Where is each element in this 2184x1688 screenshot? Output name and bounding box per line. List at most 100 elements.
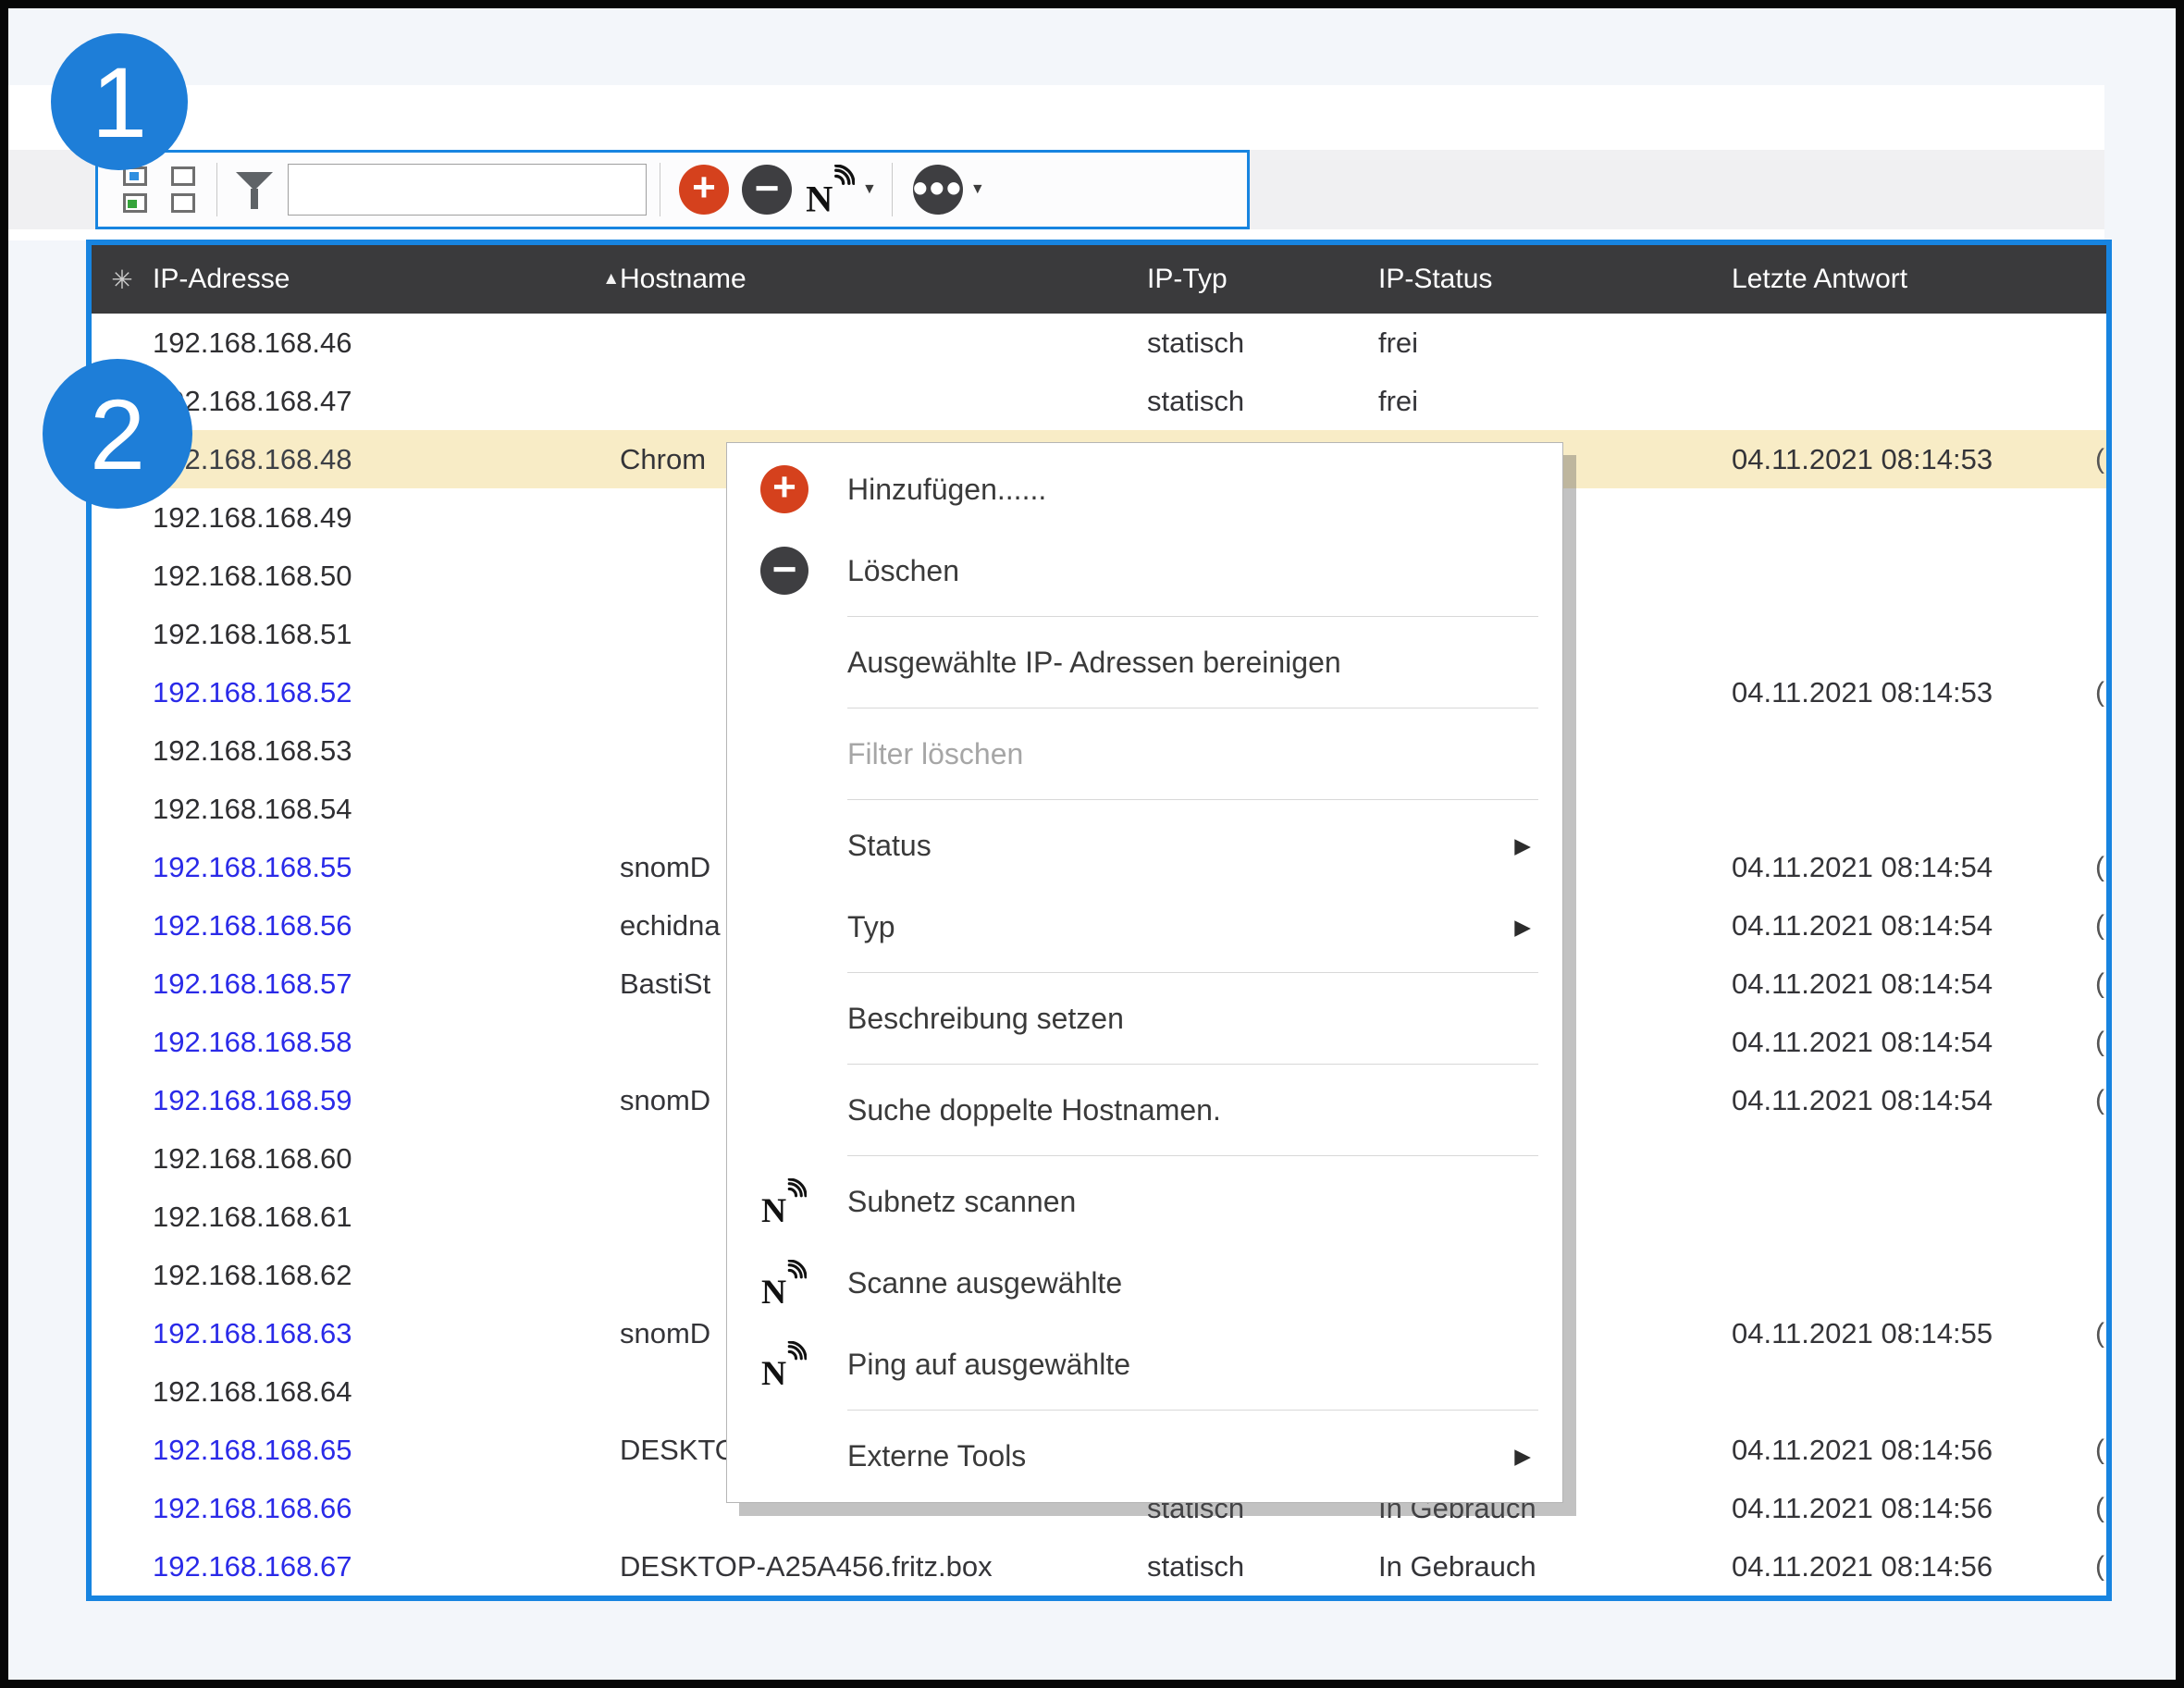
step-badge-1: 1 <box>51 33 188 170</box>
sort-ascending-icon: ▲ <box>602 269 620 290</box>
table-row[interactable]: 192.168.168.46 statisch frei <box>92 314 2106 372</box>
clipped-next-column-fragment: ( <box>2095 1013 2106 1071</box>
ip-address-cell: 192.168.168.55 <box>153 851 620 884</box>
table-row[interactable]: 192.168.168.47 statisch frei <box>92 372 2106 430</box>
more-actions-button[interactable]: ••• <box>913 165 963 215</box>
filter-icon[interactable] <box>236 166 273 213</box>
clipped-next-column-fragment: ( <box>2095 1421 2106 1479</box>
table-row[interactable]: 192.168.168.67 DESKTOP-A25A456.fritz.box… <box>92 1537 2106 1596</box>
step-badge-2: 2 <box>43 359 192 509</box>
menu-item[interactable]: Externe Tools▶ <box>727 1415 1562 1497</box>
menu-item[interactable]: Suche doppelte Hostnamen. <box>727 1069 1562 1151</box>
layout-empty-cell-icon <box>171 166 195 186</box>
ip-address-cell: 192.168.168.51 <box>153 618 620 651</box>
last-response-cell: 04.11.2021 08:14:53 <box>1732 676 2106 709</box>
top-white-band <box>8 85 2104 150</box>
filter-input[interactable] <box>288 164 647 216</box>
clipped-next-column-fragment: ( <box>2095 955 2106 1013</box>
menu-item: Filter löschen <box>727 713 1562 795</box>
ip-address-cell: 192.168.168.46 <box>153 327 620 360</box>
ip-address-cell: 192.168.168.65 <box>153 1434 620 1467</box>
last-response-cell: 04.11.2021 08:14:54 <box>1732 1084 2106 1117</box>
menu-item[interactable]: N Ping auf ausgewählte <box>727 1324 1562 1405</box>
clipped-next-column-fragment <box>2095 547 2106 605</box>
menu-item[interactable]: N Subnetz scannen <box>727 1161 1562 1242</box>
menu-item-label: Hinzufügen...... <box>847 473 1046 507</box>
ip-status-cell: frei <box>1378 327 1732 360</box>
minus-icon: − <box>755 166 780 209</box>
column-layout-icon[interactable] <box>118 166 152 213</box>
toolbar-separator <box>892 163 893 216</box>
menu-item[interactable]: Typ ▶ <box>727 886 1562 967</box>
ip-status-cell: frei <box>1378 385 1732 418</box>
svg-text:N: N <box>806 179 833 215</box>
ip-address-cell: 192.168.168.48 <box>153 443 620 476</box>
scan-icon: N <box>760 1260 847 1306</box>
add-ip-button[interactable]: + <box>679 165 729 215</box>
table-header-row: ✳ IP-Adresse ▲ Hostname IP-Typ IP-Status… <box>92 245 2106 314</box>
clipped-next-column-fragment: ( <box>2095 1479 2106 1537</box>
ip-address-cell: 192.168.168.47 <box>153 385 620 418</box>
ip-address-cell: 192.168.168.57 <box>153 967 620 1001</box>
clipped-next-column-fragment <box>2095 1188 2106 1246</box>
clipped-next-column-fragment <box>2095 314 2106 372</box>
menu-item-label: Subnetz scannen <box>847 1185 1076 1219</box>
menu-item[interactable]: Beschreibung setzen <box>727 978 1562 1059</box>
scan-icon: N <box>760 1178 807 1225</box>
menu-item-label: Typ <box>847 910 895 944</box>
menu-item-label: Ping auf ausgewählte <box>847 1348 1130 1382</box>
column-header-ip[interactable]: IP-Adresse ▲ <box>153 264 620 295</box>
ip-address-cell: 192.168.168.59 <box>153 1084 620 1117</box>
ip-typ-cell: statisch <box>1147 385 1378 418</box>
column-header-ip-status[interactable]: IP-Status <box>1378 264 1732 295</box>
last-response-cell: 04.11.2021 08:14:54 <box>1732 1026 2106 1059</box>
clipped-next-column-fragment <box>2095 721 2106 780</box>
more-dropdown-caret-icon[interactable]: ▼ <box>970 181 985 198</box>
menu-item[interactable]: Status ▶ <box>727 805 1562 886</box>
clipped-next-column-fragment: ( <box>2095 663 2106 721</box>
menu-item-label: Status <box>847 829 932 863</box>
menu-separator <box>847 799 1538 800</box>
ip-address-cell: 192.168.168.54 <box>153 793 620 826</box>
menu-item[interactable]: −Löschen <box>727 530 1562 611</box>
menu-item-label: Scanne ausgewählte <box>847 1266 1122 1300</box>
ip-address-cell: 192.168.168.58 <box>153 1026 620 1059</box>
clipped-next-column-fragment: ( <box>2095 838 2106 896</box>
ip-address-cell: 192.168.168.50 <box>153 560 620 593</box>
scan-icon: N <box>760 1260 807 1306</box>
ip-address-cell: 192.168.168.63 <box>153 1317 620 1350</box>
menu-item[interactable]: +Hinzufügen...... <box>727 449 1562 530</box>
scan-icon: N <box>760 1341 807 1387</box>
last-response-cell: 04.11.2021 08:14:56 <box>1732 1434 2106 1467</box>
last-response-cell: 04.11.2021 08:14:53 <box>1732 443 2106 476</box>
column-header-letzte-antwort[interactable]: Letzte Antwort <box>1732 264 2106 295</box>
menu-separator <box>847 972 1538 973</box>
minus-circle-icon: − <box>760 547 847 595</box>
clipped-next-column-fragment <box>2095 1129 2106 1188</box>
menu-item[interactable]: N Scanne ausgewählte <box>727 1242 1562 1324</box>
layout-empty-cell-icon <box>171 193 195 213</box>
ip-address-cell: 192.168.168.67 <box>153 1550 620 1583</box>
column-header-ip-typ[interactable]: IP-Typ <box>1147 264 1378 295</box>
scan-dropdown-caret-icon[interactable]: ▼ <box>862 181 877 198</box>
column-header-ip-label: IP-Adresse <box>153 264 290 295</box>
ip-address-cell: 192.168.168.61 <box>153 1201 620 1234</box>
last-response-cell: 04.11.2021 08:14:55 <box>1732 1317 2106 1350</box>
menu-item-label: Ausgewählte IP- Adressen bereinigen <box>847 646 1341 680</box>
header-marker-icon[interactable]: ✳ <box>92 265 153 295</box>
last-response-cell: 04.11.2021 08:14:54 <box>1732 967 2106 1001</box>
menu-item[interactable]: Ausgewählte IP- Adressen bereinigen <box>727 622 1562 703</box>
scan-button[interactable]: N <box>805 165 855 215</box>
remove-ip-button[interactable]: − <box>742 165 792 215</box>
submenu-arrow-icon: ▶ <box>1514 915 1531 940</box>
row-layout-icon[interactable] <box>167 166 200 213</box>
menu-separator <box>847 1064 1538 1065</box>
ip-address-cell: 192.168.168.52 <box>153 676 620 709</box>
clipped-next-column-fragment <box>2095 1362 2106 1421</box>
submenu-arrow-icon: ▶ <box>1514 833 1531 858</box>
menu-item-label: Suche doppelte Hostnamen. <box>847 1093 1221 1127</box>
column-header-hostname[interactable]: Hostname <box>620 264 1147 295</box>
last-response-cell: 04.11.2021 08:14:54 <box>1732 909 2106 943</box>
clipped-next-column-fragment <box>2095 1246 2106 1304</box>
clipped-next-column-fragment <box>2095 488 2106 547</box>
